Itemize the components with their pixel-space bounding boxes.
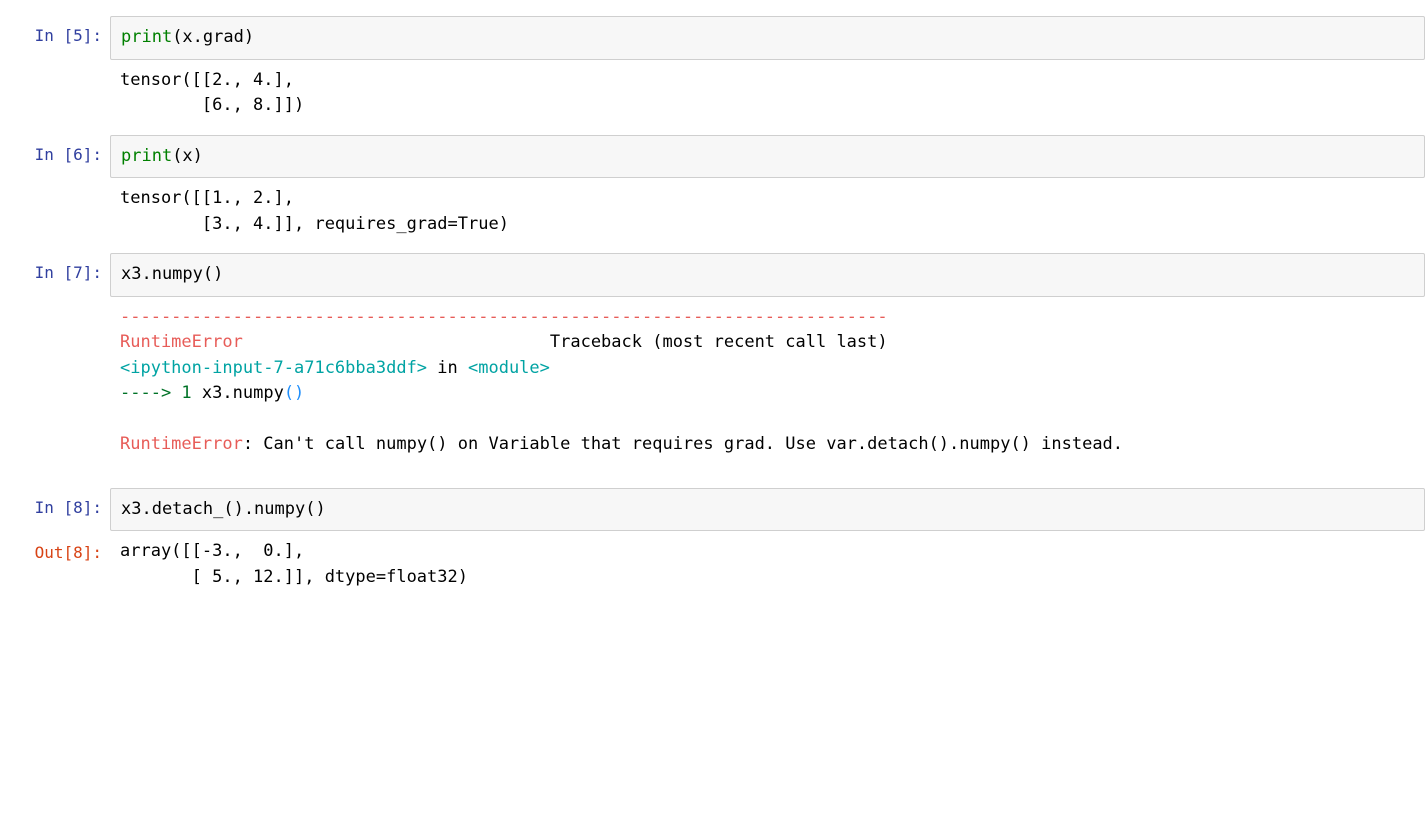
code-args: (x.grad) [172, 27, 254, 47]
output-5: tensor([[2., 4.], [6., 8.]]) [110, 62, 1425, 133]
err-dashes: ----------------------------------------… [120, 307, 888, 327]
err-call-par: () [284, 383, 304, 403]
prompt-spacer [0, 62, 110, 70]
prompt-in-7: In [7]: [0, 253, 110, 285]
code-input-8[interactable]: x3.detach_().numpy() [110, 488, 1425, 532]
err-mod: <module> [468, 358, 550, 378]
prompt-spacer [0, 299, 110, 307]
prompt-spacer [0, 180, 110, 188]
cell-6-output: tensor([[1., 2.], [3., 4.]], requires_gr… [0, 180, 1425, 251]
output-7: ----------------------------------------… [110, 299, 1425, 472]
cell-5-output: tensor([[2., 4.], [6., 8.]]) [0, 62, 1425, 133]
cell-8-output: Out[8]: array([[-3., 0.], [ 5., 12.]], d… [0, 533, 1425, 604]
prompt-out-8: Out[8]: [0, 533, 110, 565]
err-arrow: ----> 1 [120, 383, 192, 403]
err-call-pre: x3 [192, 383, 223, 403]
output-6: tensor([[1., 2.], [3., 4.]], requires_gr… [110, 180, 1425, 251]
err-trace: Traceback (most recent call last) [243, 332, 888, 352]
code-input-7[interactable]: x3.numpy() [110, 253, 1425, 297]
code-input-5[interactable]: print(x.grad) [110, 16, 1425, 60]
err-in: in [427, 358, 468, 378]
err-loc: <ipython-input-7-a71c6bba3ddf> [120, 358, 427, 378]
code-fn: print [121, 146, 172, 166]
cell-7-output: ----------------------------------------… [0, 299, 1425, 472]
prompt-in-6: In [6]: [0, 135, 110, 167]
code-input-6[interactable]: print(x) [110, 135, 1425, 179]
prompt-in-8: In [8]: [0, 488, 110, 520]
err-name2: RuntimeError [120, 434, 243, 454]
cell-6[interactable]: In [6]: print(x) [0, 135, 1425, 179]
prompt-in-5: In [5]: [0, 16, 110, 48]
code-args: (x) [172, 146, 203, 166]
err-call-fn: numpy [233, 383, 284, 403]
err-msg: : Can't call numpy() on Variable that re… [243, 434, 1123, 454]
output-8: array([[-3., 0.], [ 5., 12.]], dtype=flo… [110, 533, 1425, 604]
err-call-dot: . [222, 383, 232, 403]
code-fn: print [121, 27, 172, 47]
cell-7[interactable]: In [7]: x3.numpy() [0, 253, 1425, 297]
cell-5[interactable]: In [5]: print(x.grad) [0, 16, 1425, 60]
err-name: RuntimeError [120, 332, 243, 352]
cell-8[interactable]: In [8]: x3.detach_().numpy() [0, 488, 1425, 532]
